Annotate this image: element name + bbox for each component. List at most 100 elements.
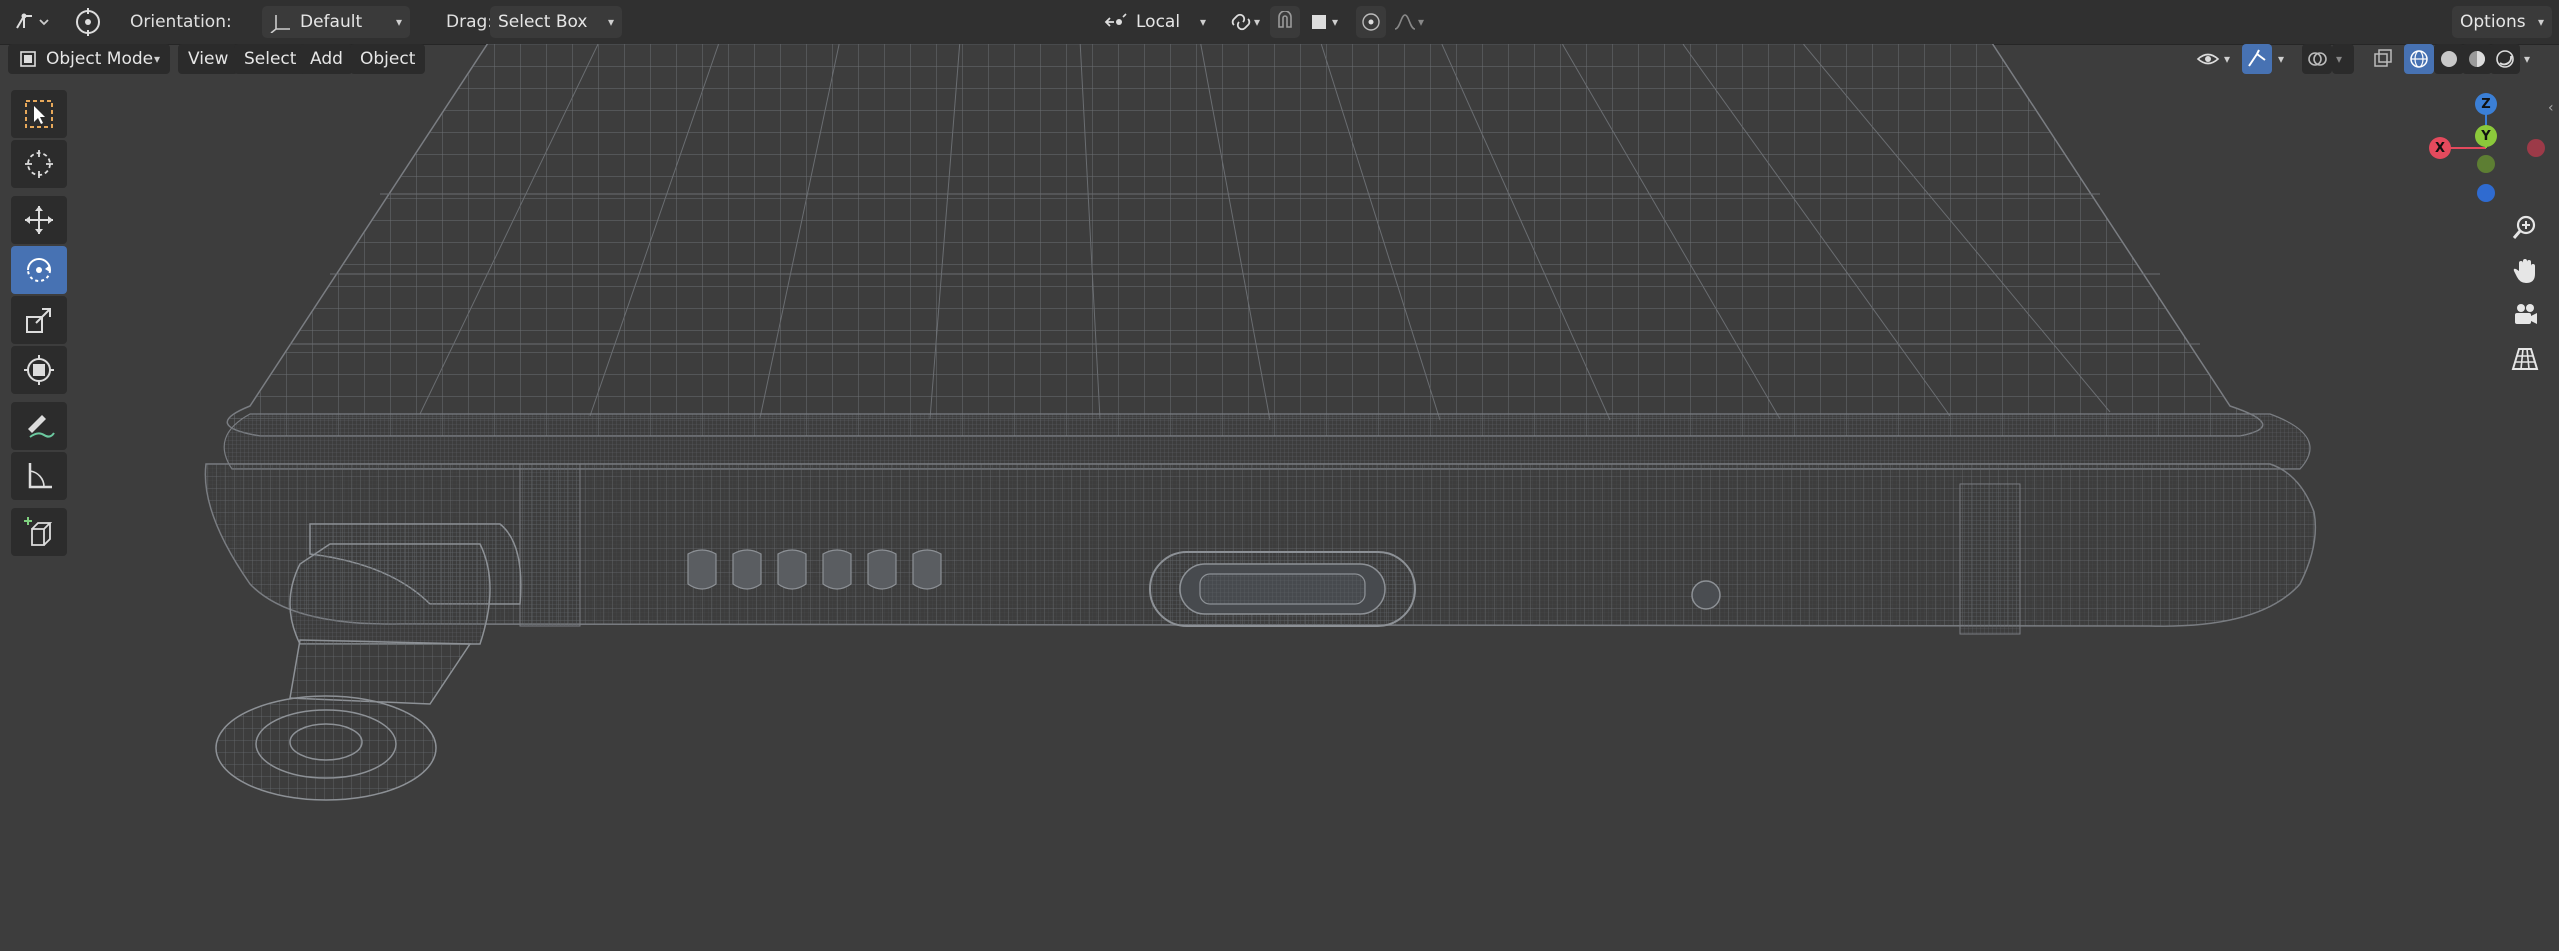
options-dropdown[interactable]: Options ▾ <box>2452 6 2552 38</box>
chevron-down-icon: ▾ <box>2537 15 2544 29</box>
material-sphere-icon <box>2466 48 2488 70</box>
scale-tool[interactable] <box>11 296 67 344</box>
move-icon <box>22 203 56 237</box>
navigation-gizmo[interactable]: X Y Z <box>2420 92 2550 202</box>
top-surface-mesh <box>226 44 2264 437</box>
snap-toggle[interactable] <box>1270 6 1300 38</box>
chevron-down-icon: ▾ <box>2524 52 2531 66</box>
select-box-tool[interactable] <box>11 90 67 138</box>
zoom-icon <box>2511 213 2539 241</box>
transform-orientation-icon[interactable] <box>12 6 52 38</box>
menu-add[interactable]: Add <box>300 44 353 74</box>
sidebar-toggle-icon[interactable]: ‹ <box>2548 100 2554 116</box>
menu-view[interactable]: View <box>178 44 239 74</box>
shading-dropdown[interactable]: ▾ <box>2520 44 2544 74</box>
select-box-icon <box>22 97 56 131</box>
zoom-button[interactable] <box>2506 208 2544 246</box>
mode-dropdown[interactable]: Object Mode ▾ <box>8 44 170 74</box>
shading-solid-button[interactable] <box>2434 44 2464 74</box>
orientation-label: Orientation: <box>130 12 232 32</box>
chevron-down-icon: ▾ <box>1199 15 1206 29</box>
gizmo-x-axis[interactable]: X <box>2429 137 2451 159</box>
annotate-tool[interactable] <box>11 402 67 450</box>
proportional-editing-toggle[interactable] <box>1356 6 1386 38</box>
cursor-tool[interactable] <box>11 140 67 188</box>
snap-rotation-icon[interactable] <box>70 6 106 38</box>
transform-pivot-dropdown[interactable]: Local ▾ <box>1096 6 1214 38</box>
snap-element-dropdown[interactable]: ▾ <box>1302 6 1348 38</box>
pan-button[interactable] <box>2506 252 2544 290</box>
gizmo-y-axis[interactable]: Y <box>2475 125 2497 147</box>
scale-icon <box>22 303 56 337</box>
orientation-value: Default <box>300 12 363 32</box>
snap-target-dropdown[interactable]: ▾ <box>1222 6 1264 38</box>
axes-icon <box>270 11 292 33</box>
chevron-down-icon: ▾ <box>2336 52 2343 66</box>
camera-view-button[interactable] <box>2506 296 2544 334</box>
transform-tool[interactable] <box>11 346 67 394</box>
falloff-curve-icon <box>1394 13 1416 31</box>
options-label: Options <box>2460 12 2526 32</box>
chevron-down-icon: ▾ <box>1332 15 1339 29</box>
xray-icon <box>2372 48 2394 70</box>
chevron-down-icon: ▾ <box>153 52 160 66</box>
rendered-sphere-icon <box>2494 48 2516 70</box>
chevron-down-icon: ▾ <box>1254 15 1261 29</box>
gizmo-neg-z-axis[interactable] <box>2477 184 2495 202</box>
visibility-dropdown[interactable]: ▾ <box>2186 44 2238 74</box>
gizmo-dropdown[interactable]: ▾ <box>2274 44 2298 74</box>
menu-object[interactable]: Object <box>350 44 426 74</box>
chevron-down-icon: ▾ <box>1418 15 1425 29</box>
gizmo-neg-x-axis[interactable] <box>2527 139 2545 157</box>
tool-settings-header: Orientation: Default ▾ Drag: Select Box … <box>0 0 2559 45</box>
overlays-toggle[interactable] <box>2302 44 2332 74</box>
rotate-icon <box>22 253 56 287</box>
drag-dropdown[interactable]: Select Box ▾ <box>490 6 622 38</box>
mic-hole <box>1691 580 1721 610</box>
gizmo-z-axis[interactable]: Z <box>2475 93 2497 115</box>
gizmo-icon <box>2245 48 2269 70</box>
chevron-down-icon: ▾ <box>395 15 402 29</box>
chevron-down-icon: ▾ <box>2278 52 2285 66</box>
cursor-icon <box>22 147 56 181</box>
proportional-edit-icon <box>1360 11 1382 33</box>
pivot-local-icon <box>1104 12 1128 32</box>
measure-icon <box>22 459 56 493</box>
perspective-toggle-button[interactable] <box>2506 340 2544 378</box>
object-mode-icon <box>18 49 38 69</box>
drag-label: Drag: <box>446 12 494 32</box>
orientation-dropdown[interactable]: Default ▾ <box>262 6 410 38</box>
add-cube-tool[interactable] <box>11 508 67 556</box>
shading-rendered-button[interactable] <box>2490 44 2520 74</box>
3d-viewport[interactable] <box>0 44 2559 951</box>
drag-value: Select Box <box>498 12 588 32</box>
measure-tool[interactable] <box>11 452 67 500</box>
pivot-value: Local <box>1136 12 1181 32</box>
chevron-down-icon: ▾ <box>607 15 614 29</box>
annotate-icon <box>22 409 56 443</box>
camera-icon <box>2511 301 2539 329</box>
shading-wireframe-button[interactable] <box>2404 44 2434 74</box>
transform-icon <box>22 353 56 387</box>
overlays-icon <box>2306 48 2328 70</box>
rotate-tool[interactable] <box>11 246 67 294</box>
wireframe-model <box>204 44 2317 801</box>
gizmo-toggle[interactable] <box>2242 44 2272 74</box>
solid-sphere-icon <box>2438 48 2460 70</box>
link-icon <box>1230 13 1252 31</box>
move-tool[interactable] <box>11 196 67 244</box>
gizmo-neg-y-axis[interactable] <box>2477 155 2495 173</box>
mode-value: Object Mode <box>46 49 154 69</box>
shading-material-button[interactable] <box>2462 44 2492 74</box>
grid-perspective-icon <box>2511 345 2539 373</box>
overlays-dropdown[interactable]: ▾ <box>2332 44 2354 74</box>
wireframe-sphere-icon <box>2408 48 2430 70</box>
xray-toggle[interactable] <box>2368 44 2398 74</box>
eye-icon <box>2196 50 2220 68</box>
hand-icon <box>2511 257 2539 285</box>
proportional-falloff-dropdown[interactable]: ▾ <box>1386 6 1430 38</box>
add-cube-icon <box>22 515 56 549</box>
menu-select[interactable]: Select <box>234 44 307 74</box>
usb-port <box>1149 551 1416 627</box>
magnet-icon <box>1274 11 1296 33</box>
